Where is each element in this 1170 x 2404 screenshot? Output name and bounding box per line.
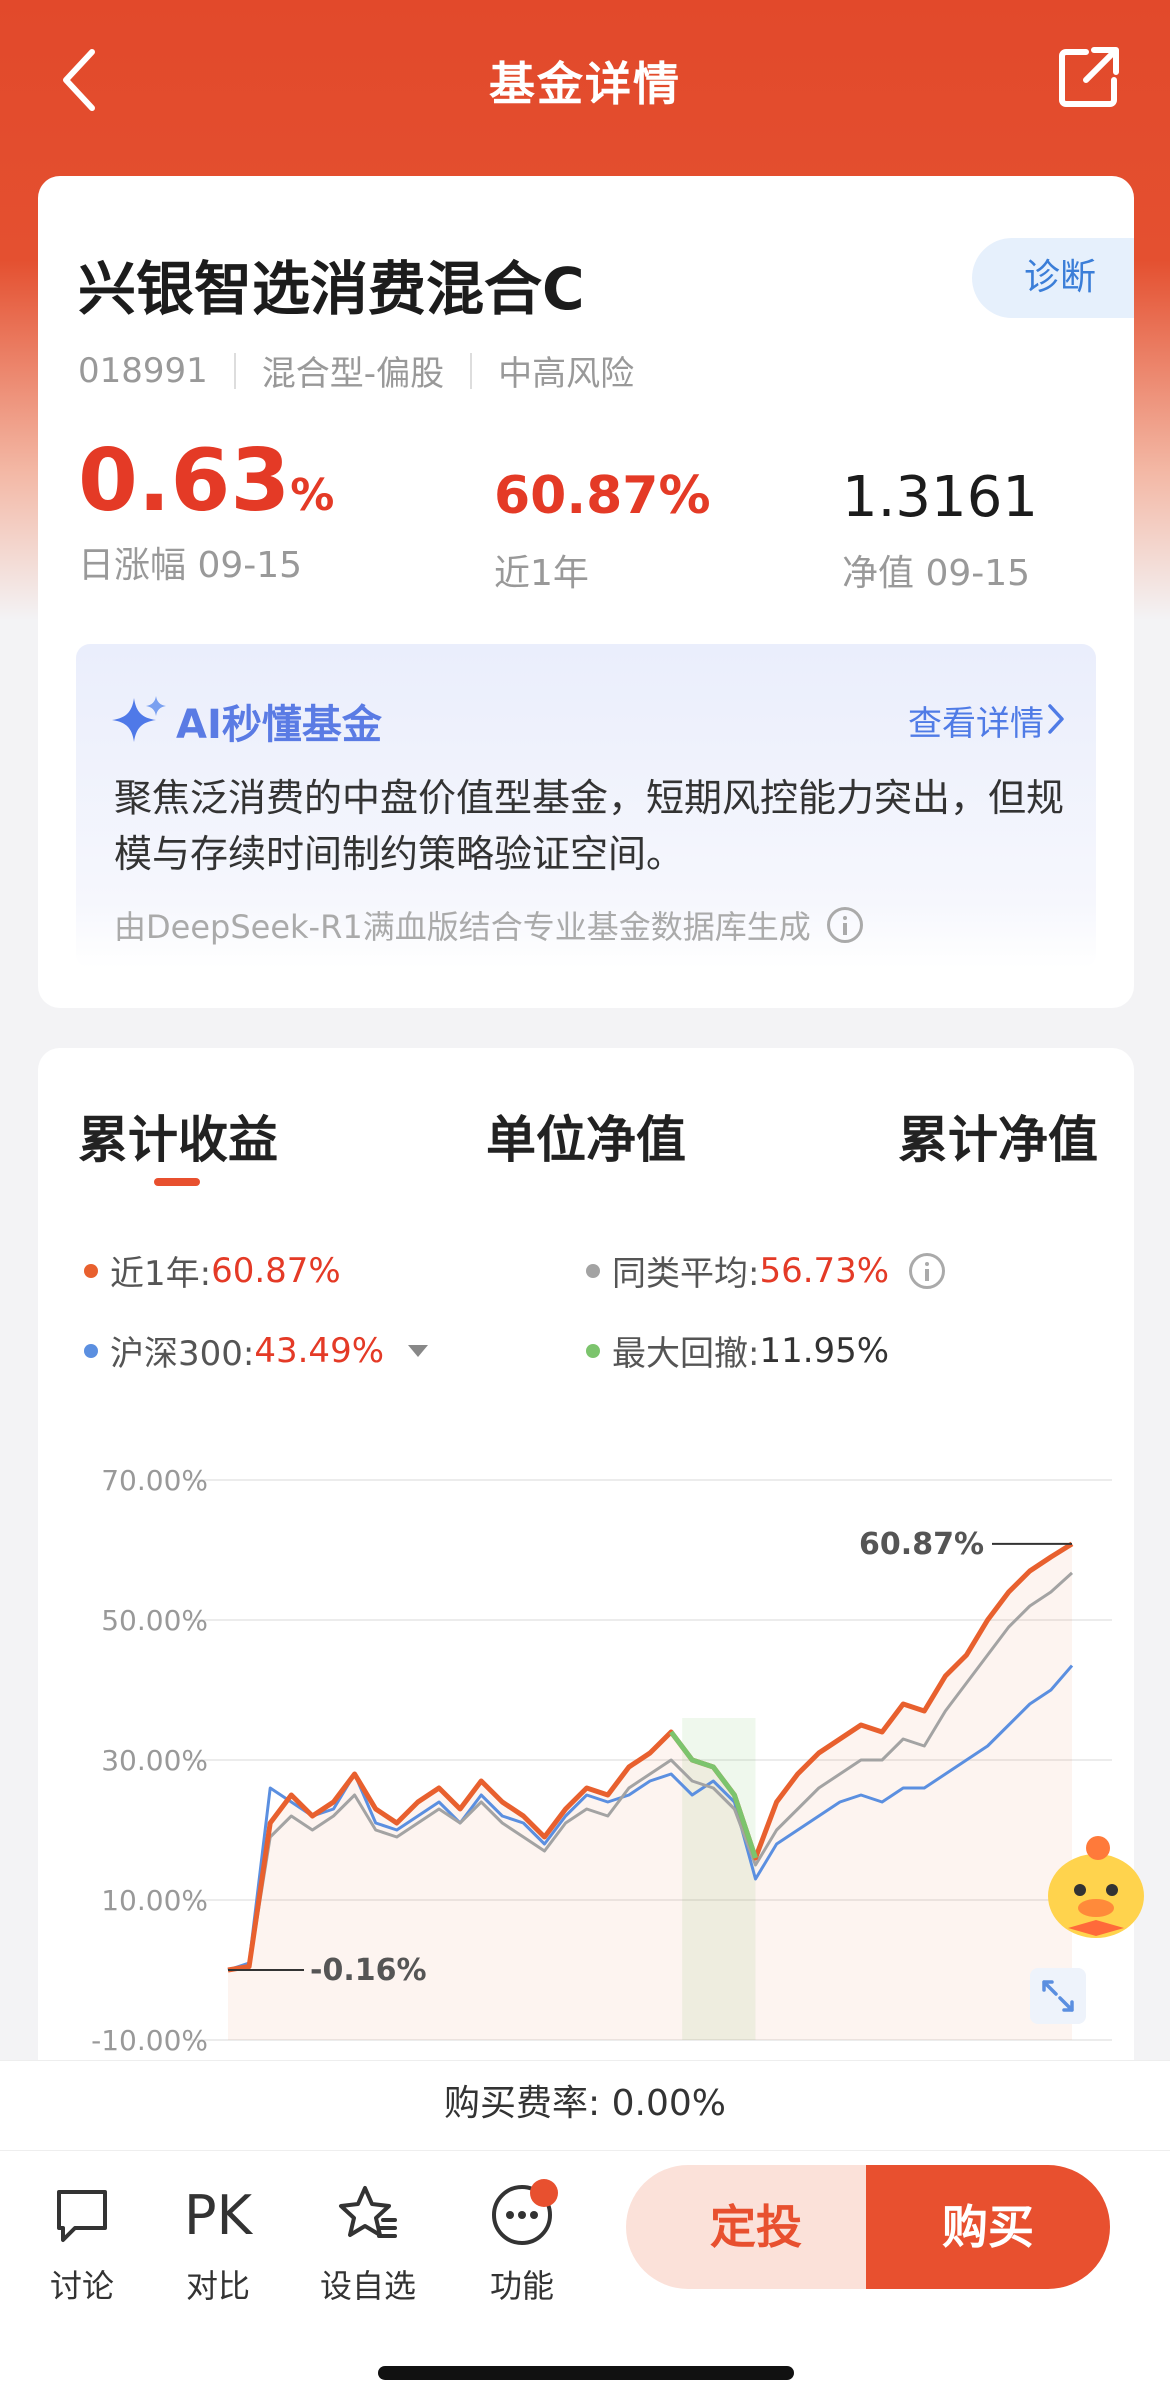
mascot-icon[interactable]	[1026, 1816, 1166, 1956]
page-title: 基金详情	[489, 57, 681, 111]
fund-name: 兴银智选消费混合C	[78, 255, 585, 323]
ai-title: AI秒懂基金	[176, 702, 382, 748]
fund-summary-card: 兴银智选消费混合C 诊断 018991 混合型-偏股 中高风险 0.63% 日涨…	[38, 176, 1134, 1008]
y-tick-label: 70.00%	[101, 1464, 208, 1497]
daily-change-label: 日涨幅 09-15	[78, 545, 303, 586]
fund-code: 018991	[78, 350, 208, 391]
watchlist-label: 设自选	[319, 2267, 416, 2305]
buy-button[interactable]: 购买	[866, 2165, 1110, 2289]
pk-icon: PK	[184, 2183, 252, 2247]
legend-dot	[586, 1343, 600, 1358]
fund-type: 混合型-偏股	[261, 354, 445, 394]
annotation-max: 60.87%	[859, 1527, 984, 1562]
year-return-value: 60.87%	[494, 466, 711, 526]
legend-index-value: 43.49%	[254, 1330, 385, 1371]
legend-fund-value: 60.87%	[211, 1250, 341, 1291]
info-icon[interactable]	[826, 907, 863, 943]
share-icon[interactable]	[1056, 44, 1122, 110]
nav-label: 净值 09-15	[842, 553, 1031, 594]
y-tick-label: 10.00%	[101, 1884, 208, 1917]
daily-change-stat: 0.63% 日涨幅 09-15	[78, 438, 334, 588]
legend-fund-label: 近1年:	[110, 1254, 212, 1294]
annotation-start: -0.16%	[310, 1953, 427, 1988]
year-return-label: 近1年	[494, 553, 589, 594]
return-chart[interactable]: 70.00% 50.00% 30.00% 10.00% -10.00% 60.87% -0.…	[38, 1388, 1134, 2068]
function-label: 功能	[489, 2267, 554, 2305]
legend-drawdown-value: 11.95%	[759, 1330, 890, 1371]
ai-summary-box[interactable]: AI秒懂基金 查看详情 聚焦泛消费的中盘价值型基金，短期风控能力突出，但规模与存…	[76, 644, 1096, 968]
discuss-label: 讨论	[49, 2267, 114, 2305]
legend-peer-value: 56.73%	[759, 1250, 890, 1291]
purchase-fee: 购买费率: 0.00%	[0, 2060, 1170, 2150]
legend-peer-label: 同类平均:	[612, 1254, 760, 1294]
nav-bar: 基金详情	[0, 0, 1170, 170]
info-icon[interactable]	[909, 1252, 946, 1289]
expand-icon[interactable]	[1028, 1966, 1088, 2026]
divider	[233, 352, 236, 389]
legend-index-label: 沪深300:	[110, 1334, 255, 1374]
legend-fund: 近1年: 60.87%	[84, 1246, 341, 1295]
y-tick-label: 50.00%	[101, 1604, 208, 1637]
ai-source-text: 由DeepSeek-R1满血版结合专业基金数据库生成	[114, 908, 811, 946]
nav-stat: 1.3161 净值 09-15	[842, 470, 1038, 596]
star-icon	[339, 2186, 397, 2238]
fund-meta: 018991 混合型-偏股 中高风险	[78, 346, 634, 395]
ai-more-link[interactable]: 查看详情	[908, 696, 1044, 745]
tab-cumulative-return[interactable]: 累计收益	[78, 1100, 278, 1172]
ai-summary-text: 聚焦泛消费的中盘价值型基金，短期风控能力突出，但规模与存续时间制约策略验证空间。	[114, 776, 1065, 876]
daily-change-unit: %	[290, 470, 335, 521]
active-tab-indicator	[154, 1178, 200, 1186]
ai-source: 由DeepSeek-R1满血版结合专业基金数据库生成	[114, 902, 863, 948]
chat-icon	[57, 2190, 107, 2242]
divider	[470, 352, 473, 389]
function-button[interactable]: 功能	[462, 2175, 582, 2307]
year-return-stat: 60.87% 近1年	[494, 470, 711, 596]
legend-drawdown-label: 最大回撤:	[612, 1334, 760, 1374]
discuss-button[interactable]: 讨论	[22, 2175, 142, 2307]
legend-dot	[84, 1263, 98, 1278]
performance-card: 累计收益 单位净值 累计净值 近1年: 60.87% 同类平均: 56.73% …	[38, 1048, 1144, 2068]
daily-change-value: 0.63	[78, 431, 291, 531]
legend-dot	[586, 1263, 600, 1278]
fund-risk: 中高风险	[498, 354, 635, 394]
legend-peer: 同类平均: 56.73%	[586, 1246, 946, 1295]
sparkle-icon	[112, 696, 166, 742]
home-indicator	[378, 2366, 794, 2380]
notification-badge	[530, 2179, 558, 2207]
legend-index[interactable]: 沪深300: 43.49%	[84, 1326, 429, 1375]
diagnose-button[interactable]: 诊断	[972, 238, 1134, 318]
chevron-right-icon	[1048, 704, 1064, 734]
nav-value: 1.3161	[842, 465, 1038, 530]
y-tick-label: -10.00%	[91, 2024, 208, 2057]
dropdown-arrow-icon[interactable]	[408, 1344, 429, 1357]
legend-dot	[84, 1343, 98, 1358]
fixed-investment-button[interactable]: 定投	[626, 2165, 886, 2289]
watchlist-button[interactable]: 设自选	[308, 2175, 428, 2307]
legend-drawdown: 最大回撤: 11.95%	[586, 1326, 889, 1375]
tab-unit-nav[interactable]: 单位净值	[486, 1100, 686, 1172]
y-tick-label: 30.00%	[101, 1744, 208, 1777]
compare-label: 对比	[185, 2267, 250, 2305]
compare-button[interactable]: PK 对比	[158, 2175, 278, 2307]
tab-cumulative-nav[interactable]: 累计净值	[898, 1100, 1098, 1172]
